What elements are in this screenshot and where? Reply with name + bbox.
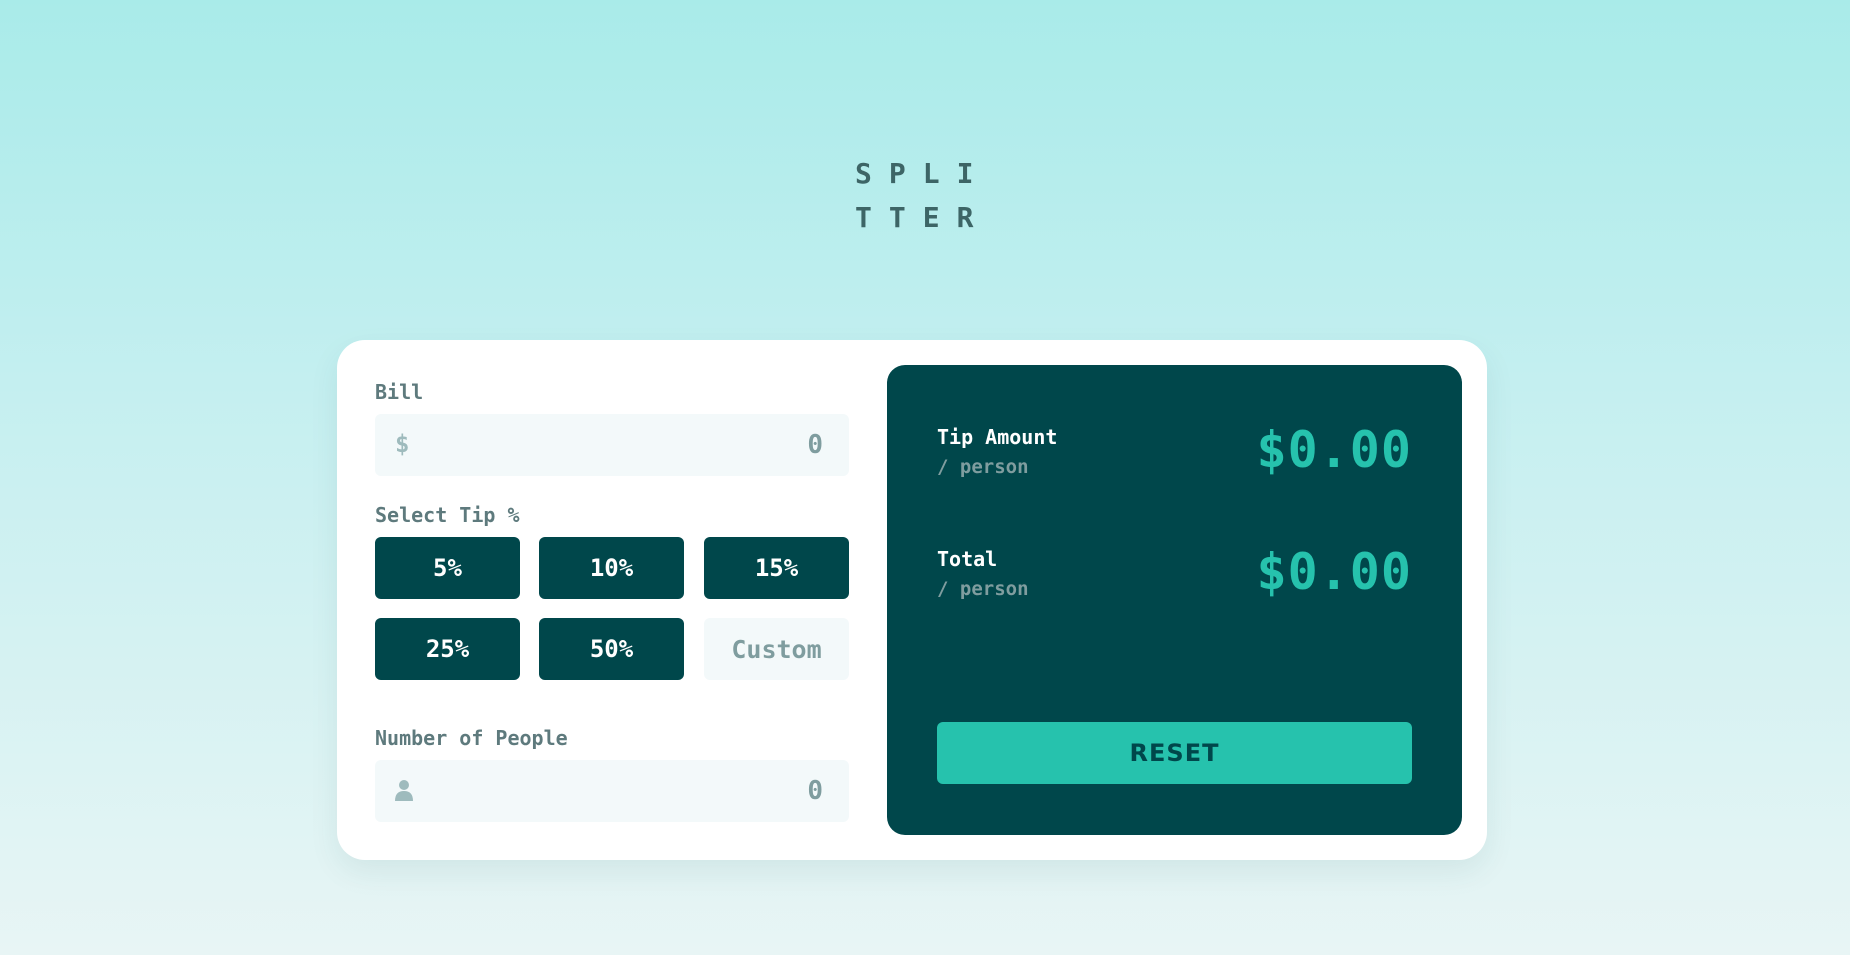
total-title: Total: [937, 547, 998, 571]
bill-value: 0: [807, 430, 823, 460]
logo-line-1: SPLI: [855, 157, 991, 190]
people-label: Number of People: [375, 726, 568, 750]
results-panel: Tip Amount / person $0.00 Total / person…: [887, 365, 1462, 835]
custom-tip-input[interactable]: Custom: [704, 618, 849, 680]
tip-button-15[interactable]: 15%: [704, 537, 849, 599]
person-icon: [395, 780, 413, 801]
people-input[interactable]: 0: [375, 760, 849, 822]
tip-label: Select Tip %: [375, 503, 520, 527]
tip-button-50[interactable]: 50%: [539, 618, 684, 680]
total-value: $0.00: [1256, 543, 1412, 601]
reset-button[interactable]: RESET: [937, 722, 1412, 784]
calculator-card: Bill $ 0 Select Tip % 5% 10% 15% 25% 50%…: [337, 340, 1487, 860]
tip-button-25[interactable]: 25%: [375, 618, 520, 680]
tip-amount-title: Tip Amount: [937, 425, 1058, 449]
total-sub: / person: [937, 578, 1029, 600]
tip-amount-sub: / person: [937, 456, 1029, 478]
bill-input[interactable]: $ 0: [375, 414, 849, 476]
bill-label: Bill: [375, 380, 424, 404]
tip-button-5[interactable]: 5%: [375, 537, 520, 599]
dollar-icon: $: [395, 430, 410, 458]
tip-amount-value: $0.00: [1256, 421, 1412, 479]
people-value: 0: [807, 776, 823, 806]
tip-button-10[interactable]: 10%: [539, 537, 684, 599]
logo-line-2: TTER: [855, 201, 991, 234]
app-logo: SPLI TTER: [855, 152, 995, 240]
